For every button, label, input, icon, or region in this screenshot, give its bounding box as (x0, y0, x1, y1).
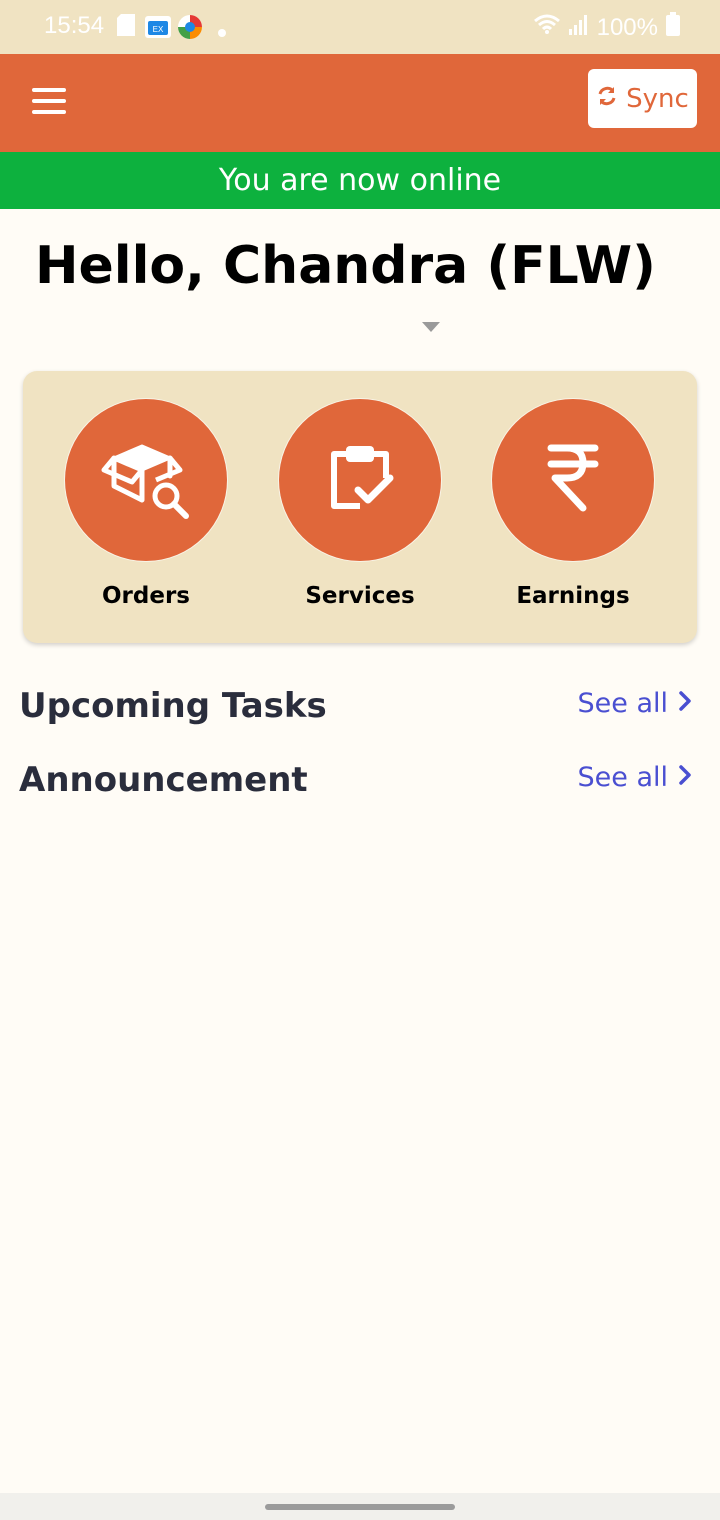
earnings-button[interactable] (492, 399, 654, 561)
hamburger-menu-icon[interactable] (28, 84, 70, 122)
announcement-title: Announcement (19, 760, 308, 800)
services-button[interactable] (279, 399, 441, 561)
battery-percent: 100% (596, 13, 658, 41)
rupee-icon (545, 442, 601, 518)
see-all-label: See all (577, 688, 669, 719)
services-action[interactable]: Services (260, 399, 460, 609)
sync-label: Sync (626, 83, 689, 114)
greeting-title: Hello, Chandra (FLW) (35, 236, 656, 296)
chevron-down-icon[interactable] (422, 322, 440, 332)
quick-actions-card: Orders Services Earnings (23, 371, 697, 643)
chevron-right-icon (678, 688, 692, 719)
box-search-icon (100, 436, 192, 524)
orders-action[interactable]: Orders (46, 399, 246, 609)
status-time: 15:54 (44, 12, 105, 39)
orders-button[interactable] (65, 399, 227, 561)
file-explorer-icon: EX (145, 14, 171, 42)
signal-icon (568, 13, 589, 42)
svg-text:EX: EX (153, 25, 164, 34)
services-label: Services (305, 583, 415, 609)
wifi-icon (533, 13, 561, 42)
sync-button[interactable]: Sync (588, 69, 697, 128)
notification-dot-icon (218, 22, 226, 41)
upcoming-tasks-see-all-link[interactable]: See all (578, 688, 693, 719)
system-nav-bar (0, 1493, 720, 1520)
earnings-action[interactable]: Earnings (473, 399, 673, 609)
status-bar: 15:54 EX 100% (0, 0, 720, 54)
announcement-see-all-link[interactable]: See all (578, 762, 693, 793)
orders-label: Orders (102, 583, 190, 609)
see-all-label: See all (577, 762, 669, 793)
online-status-banner: You are now online (0, 152, 720, 209)
status-right: 100% (533, 12, 680, 43)
browser-icon (177, 14, 203, 44)
earnings-label: Earnings (516, 583, 630, 609)
sync-icon (596, 84, 618, 114)
home-gesture-handle[interactable] (265, 1504, 455, 1510)
upcoming-tasks-title: Upcoming Tasks (19, 686, 327, 726)
app-bar: Sync (0, 54, 720, 152)
chevron-right-icon (678, 762, 692, 793)
sd-card-icon (117, 14, 135, 40)
battery-icon (666, 12, 680, 43)
clipboard-check-icon (322, 440, 398, 520)
